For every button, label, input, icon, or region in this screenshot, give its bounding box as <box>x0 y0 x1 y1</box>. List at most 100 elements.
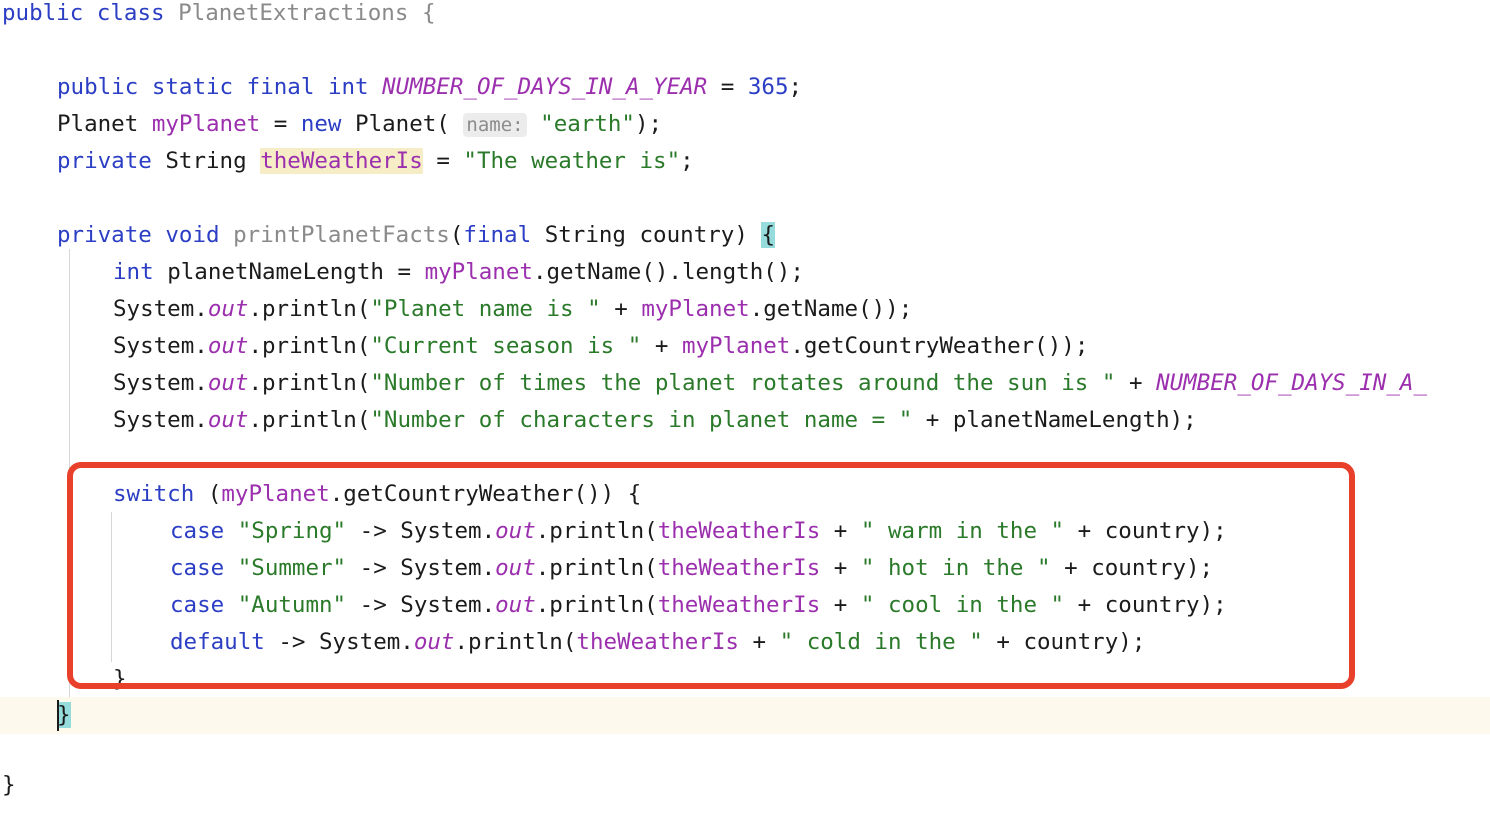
keyword-default: default <box>170 629 265 655</box>
string-literal-cool-in-the: " cool in the " <box>860 592 1065 618</box>
concat-operator: + <box>738 629 780 655</box>
println-call: .println( <box>248 333 371 359</box>
arrow-operator: -> <box>264 629 320 655</box>
code-area[interactable]: public class PlanetExtractions { public … <box>0 0 1490 814</box>
switch-close-brace: } <box>113 666 127 692</box>
string-literal-planet-name: "Planet name is " <box>370 296 601 322</box>
static-field-out: out <box>207 407 249 433</box>
semicolon: ; <box>680 148 694 174</box>
inline-param-hint-name[interactable]: name: <box>463 113 527 137</box>
keyword-public: public <box>2 0 84 26</box>
code-line-19[interactable]: } <box>0 661 1490 698</box>
close-paren-semicolon: ); <box>1199 518 1227 544</box>
code-line-15[interactable]: case "Spring" -> System.out.println(theW… <box>0 513 1490 550</box>
code-line-18[interactable]: default -> System.out.println(theWeather… <box>0 624 1490 661</box>
system-reference: System. <box>319 629 414 655</box>
field-myplanet: myPlanet <box>221 481 330 507</box>
param-country: country <box>1104 518 1200 544</box>
code-line-12[interactable]: System.out.println("Number of characters… <box>0 402 1490 439</box>
type-string: String <box>165 148 247 174</box>
field-theweatheris: theWeatherIs <box>657 592 821 618</box>
close-paren-semicolon: ); <box>1186 555 1214 581</box>
method-name-printplanetfacts: printPlanetFacts <box>233 222 450 248</box>
field-myplanet: myPlanet <box>681 333 791 359</box>
code-line-3[interactable]: public static final int NUMBER_OF_DAYS_I… <box>0 69 1490 106</box>
system-reference: System. <box>113 333 208 359</box>
concat-operator: + <box>820 555 861 581</box>
param-name-country: country <box>639 222 735 248</box>
close-paren: ) <box>734 222 748 248</box>
open-paren: ( <box>449 222 464 248</box>
close-paren-semicolon: ); <box>1199 592 1227 618</box>
code-line-1[interactable]: public class PlanetExtractions { <box>0 0 1490 32</box>
system-reference: System. <box>113 370 208 396</box>
concat-operator: + <box>820 592 861 618</box>
field-myplanet: myPlanet <box>424 259 533 285</box>
code-line-5[interactable]: private String theWeatherIs = "The weath… <box>0 143 1490 180</box>
class-name-declaration: PlanetExtractions <box>178 0 409 26</box>
code-line-11[interactable]: System.out.println("Number of times the … <box>0 365 1490 402</box>
code-line-7[interactable]: private void printPlanetFacts(final Stri… <box>0 217 1490 254</box>
case-label-summer: "Summer" <box>237 555 347 581</box>
keyword-switch: switch <box>113 481 195 507</box>
keyword-case: case <box>170 518 225 544</box>
class-close-brace: } <box>2 772 16 798</box>
switch-selector-call: .getCountryWeather()) { <box>329 481 642 507</box>
keyword-int: int <box>113 259 154 285</box>
concat-operator: + <box>1064 518 1105 544</box>
assign-operator: = <box>720 74 735 100</box>
code-editor[interactable]: public class PlanetExtractions { public … <box>0 0 1490 814</box>
code-line-4[interactable]: Planet myPlanet = new Planet( name: "ear… <box>0 106 1490 143</box>
static-field-out: out <box>495 592 536 618</box>
concat-operator: + <box>1050 555 1092 581</box>
string-literal-the-weather-is: "The weather is" <box>463 148 681 174</box>
indent-guide-level-2 <box>111 512 112 662</box>
code-line-8[interactable]: int planetNameLength = myPlanet.getName(… <box>0 254 1490 291</box>
code-line-20[interactable]: } <box>0 697 1490 734</box>
getname-call-tail: .getName()); <box>749 296 913 322</box>
field-theweatheris: theWeatherIs <box>657 518 821 544</box>
keyword-int: int <box>327 74 369 100</box>
code-line-16[interactable]: case "Summer" -> System.out.println(theW… <box>0 550 1490 587</box>
println-call: .println( <box>535 555 658 581</box>
keyword-public: public <box>57 74 139 100</box>
println-call: .println( <box>248 407 371 433</box>
assign-operator: = <box>273 111 288 137</box>
keyword-final: final <box>246 74 315 100</box>
concat-operator: + <box>1064 592 1105 618</box>
system-reference: System. <box>113 407 208 433</box>
println-call: .println( <box>535 592 658 618</box>
constant-number-of-days-clipped: NUMBER_OF_DAYS_IN_A_ <box>1156 370 1428 396</box>
close-paren-semicolon: ); <box>1118 629 1146 655</box>
indent-guide-level-1 <box>69 249 70 697</box>
case-label-spring: "Spring" <box>237 518 347 544</box>
code-line-14[interactable]: switch (myPlanet.getCountryWeather()) { <box>0 476 1490 513</box>
field-theweatheris-highlighted[interactable]: theWeatherIs <box>260 148 423 174</box>
case-label-autumn: "Autumn" <box>237 592 347 618</box>
text-caret <box>57 700 59 731</box>
open-paren: ( <box>194 481 222 507</box>
concat-operator: + <box>641 333 682 359</box>
println-call: .println( <box>248 370 371 396</box>
println-call: .println( <box>454 629 577 655</box>
code-line-22[interactable]: } <box>0 767 1490 804</box>
arrow-operator: -> <box>346 555 401 581</box>
concat-operator: + <box>820 518 861 544</box>
system-reference: System. <box>400 555 496 581</box>
code-line-17[interactable]: case "Autumn" -> System.out.println(theW… <box>0 587 1490 624</box>
concat-operator: + <box>982 629 1024 655</box>
keyword-private: private <box>57 148 152 174</box>
system-reference: System. <box>113 296 208 322</box>
assign-operator: = <box>436 148 450 174</box>
variable-planetnamelength: planetNameLength <box>167 259 384 285</box>
field-myplanet: myPlanet <box>151 111 261 137</box>
keyword-case: case <box>170 592 225 618</box>
arrow-operator: -> <box>346 518 401 544</box>
code-line-10[interactable]: System.out.println("Current season is " … <box>0 328 1490 365</box>
static-field-out: out <box>495 555 536 581</box>
static-field-out: out <box>495 518 536 544</box>
code-line-9[interactable]: System.out.println("Planet name is " + m… <box>0 291 1490 328</box>
close-paren-semicolon: ); <box>634 111 663 137</box>
concat-operator: + <box>600 296 642 322</box>
string-literal-number-of-times: "Number of times the planet rotates arou… <box>370 370 1116 396</box>
